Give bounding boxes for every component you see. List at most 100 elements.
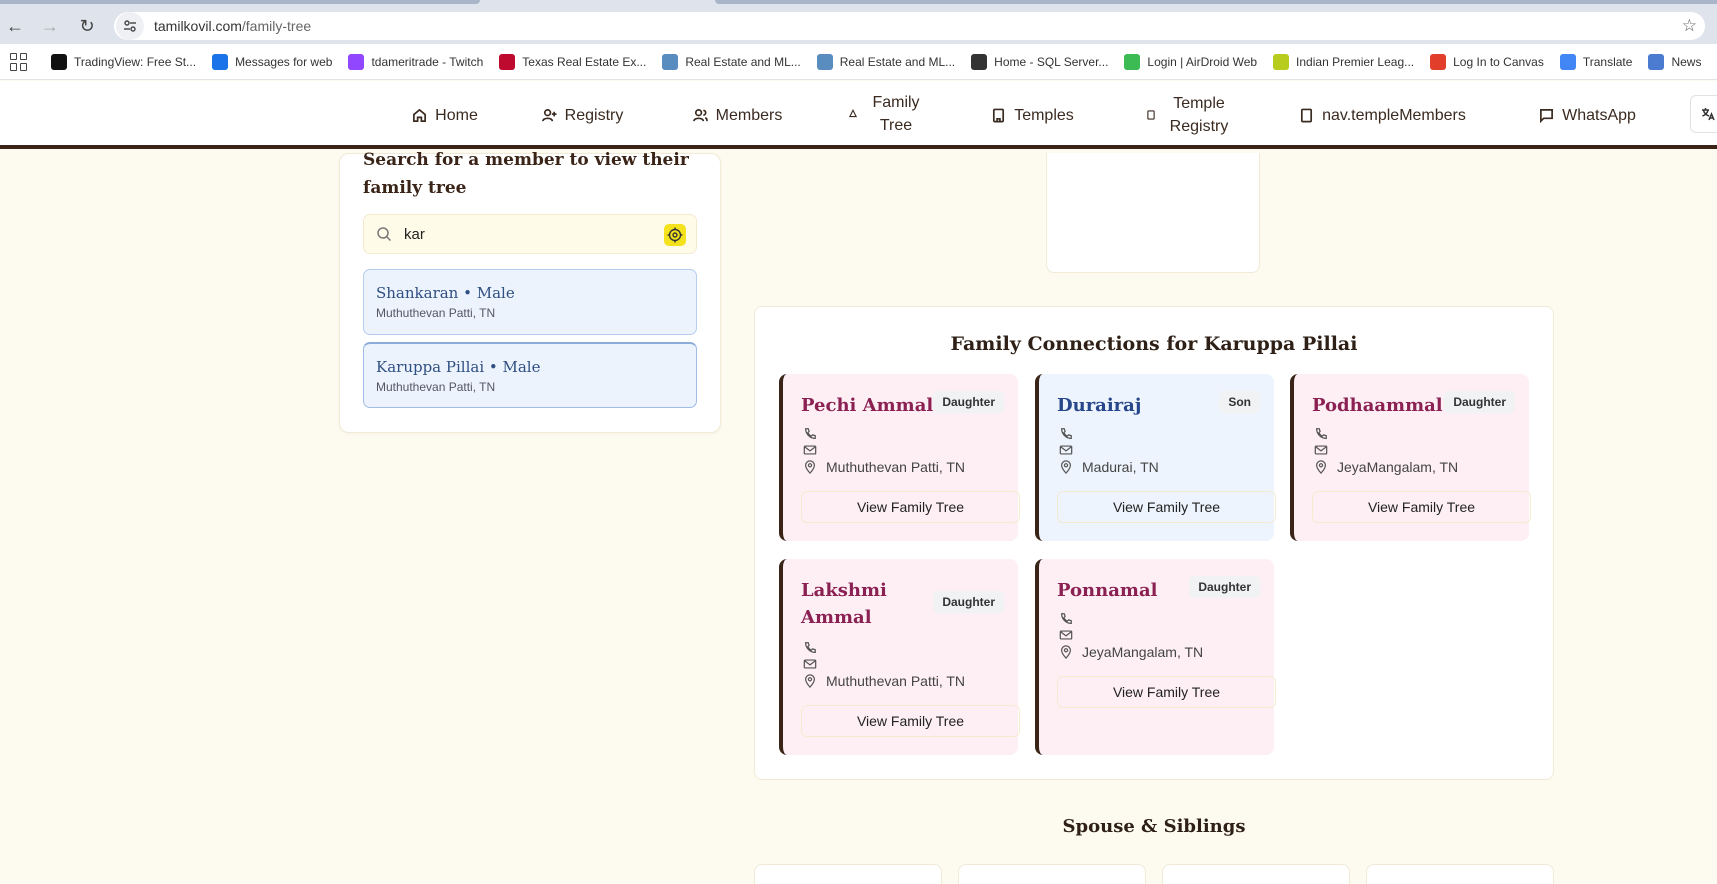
airdroid-icon — [1124, 53, 1141, 70]
phone-icon — [805, 642, 816, 653]
apps-grid-icon[interactable] — [10, 52, 27, 71]
canvas-icon — [1430, 53, 1447, 70]
result-name: Shankaran • Male — [376, 284, 515, 302]
crosshair-icon — [667, 227, 683, 243]
nav-temples[interactable]: Temples — [985, 81, 1080, 149]
message-square-icon — [1540, 108, 1554, 123]
language-toggle-button[interactable] — [1690, 95, 1717, 133]
map-pin-icon — [1061, 460, 1071, 474]
nav-members-label: Members — [715, 106, 783, 124]
tradingview-icon — [51, 53, 67, 70]
location-row: JeyaMangalam, TN — [1059, 644, 1203, 660]
relation-badge: Son — [1219, 391, 1260, 413]
spouse-siblings-title: Spouse & Siblings — [1062, 816, 1246, 837]
site-nav: Home Registry Members Family Tree Temple… — [0, 81, 1717, 149]
member-name: Podhaammal — [1312, 395, 1443, 416]
connection-card: Ponnamal Daughter JeyaMangalam, TN View … — [1035, 559, 1276, 755]
messages-icon — [212, 53, 229, 70]
bookmark-list: TradingView: Free St... Messages for web t… — [51, 53, 1717, 70]
nav-family-tree-label: Family Tree — [872, 93, 920, 134]
location-row: Madurai, TN — [1059, 459, 1159, 475]
connections-title: Family Connections for Karuppa Pillai — [950, 333, 1358, 355]
map-pin-icon — [1061, 645, 1071, 659]
location-text: JeyaMangalam, TN — [1082, 644, 1204, 660]
reload-icon[interactable]: ↻ — [75, 14, 99, 38]
location-row: JeyaMangalam, TN — [1314, 459, 1458, 475]
nav-home[interactable]: Home — [400, 81, 490, 149]
phone-icon — [1061, 428, 1072, 439]
globe-icon — [816, 53, 833, 70]
site-info-icon[interactable] — [116, 12, 144, 40]
view-family-tree-button[interactable]: View Family Tree — [1312, 491, 1531, 523]
bookmark-item[interactable]: Login | AirDroid Web — [1124, 53, 1257, 70]
bookmark-label: Indian Premier Leag... — [1296, 54, 1415, 69]
bookmark-item[interactable]: Indian Premier Leag... — [1273, 53, 1415, 70]
spouse-sibling-card — [1162, 864, 1350, 884]
member-name: Lakshmi Ammal — [801, 580, 887, 628]
nav-temple-members[interactable]: nav.templeMembers — [1290, 81, 1475, 149]
member-name: Ponnamal — [1057, 580, 1158, 601]
view-family-tree-button[interactable]: View Family Tree — [1057, 491, 1276, 523]
map-pin-icon — [805, 460, 815, 474]
bookmark-star-icon[interactable]: ☆ — [1682, 16, 1697, 36]
bookmark-item[interactable]: Texas Real Estate Ex... — [499, 53, 646, 70]
member-name: Pechi Ammal — [801, 395, 934, 416]
view-family-tree-button[interactable]: View Family Tree — [801, 491, 1020, 523]
bookmark-item[interactable]: Real Estate and ML... — [662, 53, 801, 70]
phone-icon — [1061, 613, 1072, 624]
nav-registry[interactable]: Registry — [530, 81, 635, 149]
bookmark-label: News — [1671, 54, 1702, 69]
users-icon — [692, 108, 708, 121]
bookmark-item[interactable]: TradingView: Free St... — [51, 53, 197, 70]
nav-temple-registry[interactable]: Temple Registry — [1135, 81, 1245, 149]
mail-icon — [1314, 445, 1328, 455]
search-result-item[interactable]: Shankaran • Male Muthuthevan Patti, TN — [363, 269, 697, 335]
connection-card: Pechi Ammal Daughter Muthuthevan Patti, … — [779, 374, 1020, 541]
mail-icon — [803, 445, 817, 455]
search-result-item[interactable]: Karuppa Pillai • Male Muthuthevan Patti,… — [363, 342, 697, 408]
bookmark-item[interactable]: tdameritrade - Twitch — [348, 53, 483, 70]
relation-badge: Daughter — [1189, 576, 1260, 598]
bookmark-item[interactable]: Log In to Canvas — [1430, 53, 1544, 70]
search-panel-title: Search for a member to view their family… — [363, 150, 689, 198]
bookmark-item[interactable]: Messages for web — [212, 53, 333, 70]
bookmark-item[interactable]: News — [1648, 53, 1702, 70]
mail-icon — [1059, 630, 1073, 640]
result-name: Karuppa Pillai • Male — [376, 358, 541, 376]
search-input[interactable] — [404, 225, 644, 243]
nav-whatsapp[interactable]: WhatsApp — [1530, 81, 1645, 149]
view-family-tree-button[interactable]: View Family Tree — [801, 705, 1020, 737]
forward-arrow-icon[interactable]: → — [38, 14, 62, 38]
back-arrow-icon[interactable]: ← — [3, 14, 27, 38]
chart-icon — [971, 53, 988, 70]
locate-button[interactable] — [664, 224, 686, 246]
twitch-icon — [348, 53, 365, 70]
nav-members[interactable]: Members — [680, 81, 795, 149]
search-field[interactable] — [363, 214, 697, 254]
connection-card: Durairaj Son Madurai, TN View Family Tre… — [1035, 374, 1276, 541]
bookmark-item[interactable]: Home - SQL Server... — [971, 53, 1108, 70]
mail-icon — [803, 659, 817, 669]
nav-family-tree[interactable]: Family Tree — [834, 81, 940, 149]
bookmark-item[interactable]: Translate — [1559, 53, 1632, 70]
bookmark-label: Log In to Canvas — [1453, 54, 1544, 69]
browser-tab[interactable] — [715, 0, 1717, 4]
browser-tab[interactable] — [0, 0, 480, 4]
location-text: Madurai, TN — [1082, 459, 1159, 475]
map-pin-icon — [1316, 460, 1326, 474]
home-icon — [413, 108, 427, 122]
view-family-tree-button[interactable]: View Family Tree — [1057, 676, 1276, 708]
texas-flag-icon — [499, 53, 516, 70]
bookmark-item[interactable]: Real Estate and ML... — [816, 53, 955, 70]
phone-icon — [805, 428, 816, 439]
bookmark-label: TradingView: Free St... — [74, 54, 197, 69]
url-text: tamilkovil.com/family-tree — [154, 18, 312, 34]
nav-temple-members-label: nav.templeMembers — [1322, 106, 1466, 124]
globe-icon — [662, 53, 679, 70]
tree-icon — [848, 108, 858, 117]
address-bar[interactable]: tamilkovil.com/family-tree ☆ — [114, 12, 1705, 40]
bookmark-label: Messages for web — [235, 54, 333, 69]
nav-temple-registry-label: Temple Registry — [1169, 95, 1229, 135]
tree-node-card — [1046, 153, 1260, 273]
location-text: JeyaMangalam, TN — [1337, 459, 1459, 475]
